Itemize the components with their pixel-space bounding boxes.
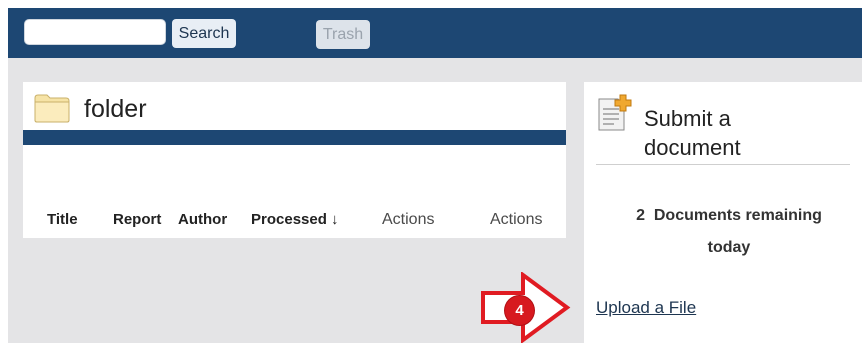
- document-add-icon: [598, 94, 632, 131]
- folder-icon: [34, 94, 70, 123]
- submit-document-title: Submit a document: [644, 106, 741, 160]
- column-header-report[interactable]: Report: [113, 211, 161, 229]
- column-header-processed[interactable]: Processed ↓: [251, 211, 339, 229]
- divider: [596, 164, 850, 165]
- search-button[interactable]: Search: [172, 19, 236, 48]
- folder-header-bar: [23, 130, 566, 145]
- column-header-author[interactable]: Author: [178, 211, 227, 229]
- trash-button[interactable]: Trash: [316, 20, 370, 49]
- search-input[interactable]: [24, 19, 166, 45]
- column-header-title[interactable]: Title: [47, 211, 78, 229]
- folder-panel: folder Title Report Author Processed ↓ A…: [23, 82, 566, 238]
- submit-document-panel: Submit a document 2 Documents remaining …: [584, 82, 862, 343]
- folder-title: folder: [84, 95, 147, 123]
- upload-file-link[interactable]: Upload a File: [596, 298, 696, 318]
- column-header-actions: Actions: [382, 211, 435, 228]
- column-header-actions-2: Actions: [490, 211, 543, 228]
- documents-remaining-text: 2 Documents remaining today: [636, 207, 822, 256]
- step-number-badge: 4: [505, 296, 534, 325]
